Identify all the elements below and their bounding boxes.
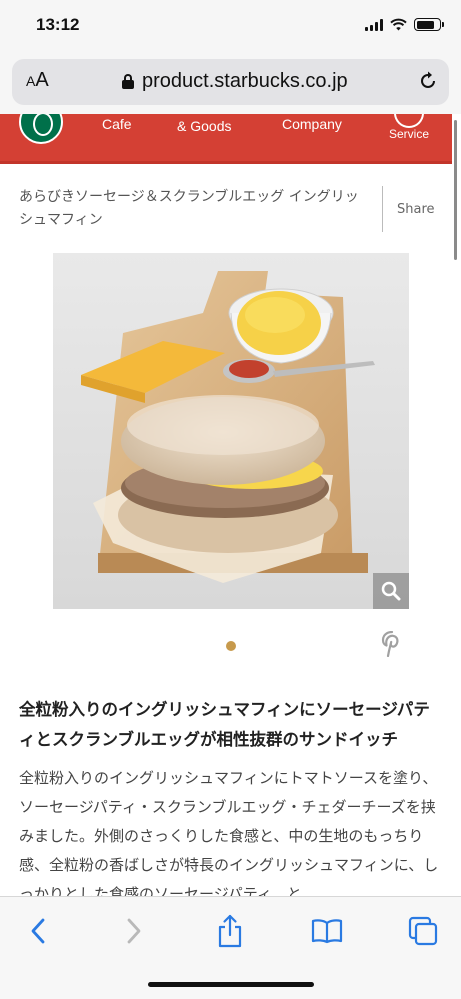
url-display[interactable]: product.starbucks.co.jp <box>122 70 348 93</box>
address-bar[interactable]: AA product.starbucks.co.jp <box>12 59 449 105</box>
wifi-icon <box>390 18 407 31</box>
nav-item-cafe[interactable]: Cafe <box>102 116 132 133</box>
product-title: あらびきソーセージ＆スクランブルエッグ イングリッシュマフィン <box>19 189 359 228</box>
chevron-left-icon <box>31 918 45 944</box>
status-time: 13:12 <box>36 15 80 34</box>
share-link[interactable]: Share <box>397 202 435 217</box>
pinterest-icon[interactable] <box>381 631 403 657</box>
bottom-toolbar <box>0 896 461 999</box>
magnifier-icon <box>381 581 401 601</box>
product-description: 全粒粉入りのイングリッシュマフィンにトマトソースを塗り、ソーセージパティ・スクラ… <box>19 769 439 903</box>
starbucks-logo[interactable] <box>19 114 63 144</box>
home-indicator[interactable] <box>148 982 314 987</box>
url-text: product.starbucks.co.jp <box>142 70 348 92</box>
lock-icon <box>122 74 134 89</box>
tabs-button[interactable] <box>407 915 439 947</box>
nav-item-company[interactable]: Company <box>282 116 342 133</box>
zoom-button[interactable] <box>373 573 409 609</box>
carousel-dot-active[interactable] <box>226 641 236 651</box>
reader-settings-button[interactable]: AA <box>26 69 49 92</box>
signal-icon <box>365 18 383 31</box>
product-photo <box>53 253 409 609</box>
status-icons <box>365 18 444 31</box>
reload-icon[interactable] <box>417 70 439 92</box>
battery-icon <box>414 18 444 31</box>
forward-button[interactable] <box>118 915 150 947</box>
back-button[interactable] <box>22 915 54 947</box>
share-icon <box>218 914 242 948</box>
book-icon <box>311 919 343 944</box>
nav-item-service[interactable]: Service <box>389 126 429 143</box>
share-button[interactable] <box>214 914 246 948</box>
chevron-right-icon <box>127 918 141 944</box>
product-headline: 全粒粉入りのイングリッシュマフィンにソーセージパティとスクランブルエッグが相性抜… <box>19 700 430 749</box>
site-nav: Cafe Coffee & Goods Company Service <box>0 114 452 164</box>
status-bar: 13:12 <box>0 0 461 52</box>
divider <box>382 186 383 232</box>
tabs-icon <box>408 916 438 946</box>
browser-chrome: AA product.starbucks.co.jp <box>0 52 461 114</box>
scrollbar[interactable] <box>454 120 457 260</box>
bookmarks-button[interactable] <box>311 915 343 947</box>
nav-item-coffee-goods[interactable]: Coffee & Goods <box>177 114 231 135</box>
product-image[interactable] <box>53 253 409 609</box>
